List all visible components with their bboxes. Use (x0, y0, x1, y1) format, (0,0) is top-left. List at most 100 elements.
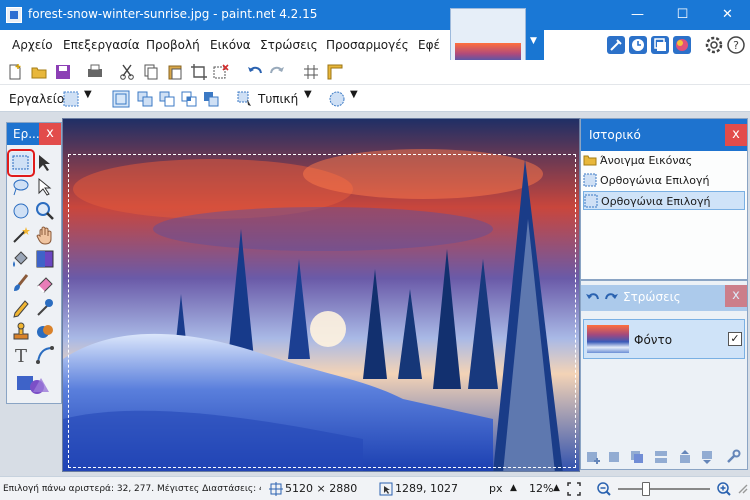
tabs-dropdown-icon[interactable]: ▼ (530, 36, 542, 48)
move-layer-up-icon[interactable] (677, 449, 693, 465)
antialias-dropdown-icon[interactable]: ▼ (350, 89, 368, 107)
zoom-icon[interactable] (34, 200, 56, 222)
move-selected-icon[interactable] (34, 152, 56, 174)
rectangle-select-icon[interactable] (7, 149, 35, 177)
crop-to-selection-icon[interactable] (190, 63, 208, 81)
clone-stamp-icon[interactable] (10, 320, 32, 342)
history-undo-icon[interactable] (585, 290, 601, 306)
minimize-button[interactable]: — (615, 0, 660, 30)
layers-window-icon[interactable] (650, 35, 670, 55)
gradient-icon[interactable] (34, 248, 56, 270)
tools-window-close-button[interactable]: x (39, 123, 61, 145)
menu-file[interactable]: Αρχείο (12, 38, 53, 52)
menu-adjustments[interactable]: Προσαρμογές (326, 38, 409, 52)
redo-icon[interactable] (268, 63, 286, 81)
merge-layer-icon[interactable] (653, 449, 669, 465)
union-mode-icon[interactable] (136, 90, 154, 108)
delete-layer-icon[interactable] (607, 449, 623, 465)
undo-icon[interactable] (246, 63, 264, 81)
move-layer-down-icon[interactable] (699, 449, 715, 465)
history-item-rect-select[interactable]: Ορθογώνια Επιλογή (583, 171, 745, 190)
menu-view[interactable]: Προβολή (146, 38, 200, 52)
invert-mode-icon[interactable] (202, 90, 220, 108)
selection-mode-label[interactable]: Τυπική (258, 92, 298, 106)
zoom-dropdown-icon[interactable]: ▲ (553, 483, 560, 493)
layers-window: Στρώσεις x Φόντο ✓ (580, 280, 748, 470)
intersect-mode-icon[interactable] (180, 90, 198, 108)
save-icon[interactable] (54, 63, 72, 81)
history-window-close-button[interactable]: x (725, 124, 747, 146)
layer-visibility-checkbox[interactable]: ✓ (728, 332, 742, 346)
history-item-open-image[interactable]: Άνοιγμα Εικόνας (583, 151, 745, 170)
zoom-level[interactable]: 12% (529, 482, 553, 495)
tools-window-titlebar[interactable]: Ερ... x (7, 123, 61, 145)
rulers-icon[interactable] (326, 63, 344, 81)
selection-marquee[interactable] (68, 154, 576, 468)
grid-icon[interactable] (302, 63, 320, 81)
recolor-icon[interactable] (34, 320, 56, 342)
paint-bucket-icon[interactable] (10, 248, 32, 270)
paste-icon[interactable] (166, 63, 184, 81)
history-redo-icon[interactable] (603, 290, 619, 306)
line-curve-icon[interactable] (34, 344, 56, 366)
paintbrush-icon[interactable] (10, 272, 32, 294)
new-file-icon[interactable] (6, 63, 24, 81)
lasso-select-icon[interactable] (10, 176, 32, 198)
app-icon[interactable] (6, 7, 22, 23)
menu-edit[interactable]: Επεξεργασία (63, 38, 140, 52)
color-picker-icon[interactable] (34, 296, 56, 318)
layers-window-close-button[interactable]: x (725, 285, 747, 307)
zoom-in-icon[interactable] (716, 481, 732, 497)
menu-effects[interactable]: Εφέ (418, 38, 440, 52)
close-button[interactable]: ✕ (705, 0, 750, 30)
add-layer-icon[interactable] (585, 449, 601, 465)
antialias-icon[interactable] (328, 90, 346, 108)
history-item-rect-select-current[interactable]: Ορθογώνια Επιλογή (583, 191, 745, 210)
layers-window-titlebar[interactable]: Στρώσεις x (581, 285, 747, 311)
history-window-titlebar[interactable]: Ιστορικό x (581, 119, 747, 151)
zoom-slider-thumb[interactable] (642, 482, 650, 496)
tool-dropdown-icon[interactable]: ▼ (84, 89, 102, 107)
menu-layers[interactable]: Στρώσεις (260, 38, 318, 52)
move-selection-icon[interactable] (34, 176, 56, 198)
canvas[interactable] (62, 118, 580, 472)
menu-image[interactable]: Εικόνα (210, 38, 251, 52)
pencil-icon[interactable] (10, 296, 32, 318)
image-size-icon (269, 482, 283, 496)
cursor-position-icon (379, 482, 393, 496)
layer-properties-icon[interactable] (725, 449, 741, 465)
zoom-slider-track[interactable] (618, 488, 710, 490)
copy-icon[interactable] (142, 63, 160, 81)
current-tool-icon[interactable] (62, 90, 80, 108)
cut-icon[interactable] (118, 63, 136, 81)
layer-row-background[interactable]: Φόντο ✓ (583, 319, 745, 359)
zoom-to-window-icon[interactable] (566, 481, 582, 497)
history-window-icon[interactable] (628, 35, 648, 55)
history-window: Ιστορικό x Άνοιγμα Εικόνας Ορθογώνια Επι… (580, 118, 748, 280)
text-icon[interactable]: T (10, 344, 32, 366)
shapes-icon[interactable] (15, 373, 53, 395)
history-item-label: Άνοιγμα Εικόνας (600, 154, 693, 167)
deselect-icon[interactable] (212, 63, 230, 81)
duplicate-layer-icon[interactable] (629, 449, 645, 465)
mode-dropdown-icon[interactable]: ▼ (304, 89, 322, 107)
cursor-position: 1289, 1027 (395, 482, 458, 495)
exclude-mode-icon[interactable] (158, 90, 176, 108)
tools-window-icon[interactable] (606, 35, 626, 55)
colors-window-icon[interactable] (672, 35, 692, 55)
resize-grip-icon[interactable] (736, 482, 748, 496)
help-icon[interactable]: ? (726, 35, 746, 55)
print-icon[interactable] (86, 63, 104, 81)
open-file-icon[interactable] (30, 63, 48, 81)
replace-mode-icon[interactable] (112, 90, 130, 108)
ellipse-select-icon[interactable] (10, 200, 32, 222)
units-dropdown-icon[interactable]: ▲ (510, 483, 517, 493)
zoom-out-icon[interactable] (596, 481, 612, 497)
selection-quality-icon[interactable] (236, 90, 254, 108)
pan-icon[interactable] (34, 224, 56, 246)
maximize-button[interactable]: ☐ (660, 0, 705, 30)
units-selector[interactable]: px (489, 482, 503, 495)
eraser-icon[interactable] (34, 272, 56, 294)
magic-wand-icon[interactable] (10, 224, 32, 246)
settings-icon[interactable] (704, 35, 724, 55)
